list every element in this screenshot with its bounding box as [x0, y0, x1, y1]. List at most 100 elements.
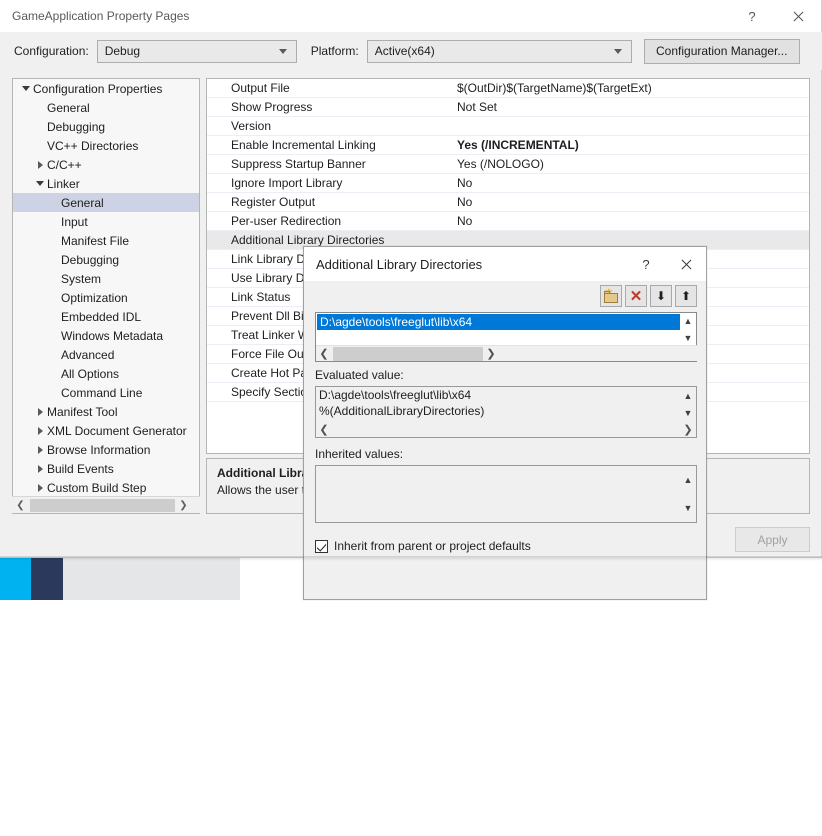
configuration-tree[interactable]: Configuration PropertiesGeneralDebugging… [12, 78, 200, 514]
tree-item-manifest-tool[interactable]: Manifest Tool [13, 402, 199, 421]
scroll-up-icon[interactable]: ▲ [680, 466, 696, 494]
property-row[interactable]: Enable Incremental LinkingYes (/INCREMEN… [207, 136, 809, 155]
listbox-vertical-scrollbar[interactable]: ▲ ▼ [680, 313, 696, 346]
tree-item-embedded-idl[interactable]: Embedded IDL [13, 307, 199, 326]
evaluated-value-box: D:\agde\tools\freeglut\lib\x64%(Addition… [315, 386, 697, 438]
tree-item-label: Debugging [47, 120, 105, 134]
configuration-manager-button[interactable]: Configuration Manager... [644, 39, 800, 64]
inherited-vertical-scrollbar[interactable]: ▲ ▼ [680, 466, 696, 522]
title-bar: GameApplication Property Pages ? [0, 0, 821, 32]
scroll-right-icon[interactable]: ❯ [175, 498, 192, 513]
tree-item-debugging[interactable]: Debugging [13, 117, 199, 136]
property-row[interactable]: Output File$(OutDir)$(TargetName)$(Targe… [207, 79, 809, 98]
list-item[interactable]: D:\agde\tools\freeglut\lib\x64 [317, 314, 681, 330]
tree-item-linker[interactable]: Linker [13, 174, 199, 193]
scroll-left-icon[interactable]: ❮ [316, 347, 332, 360]
property-value[interactable]: No [449, 176, 809, 190]
arrow-down-icon: ⬇ [656, 290, 666, 302]
arrow-up-icon: ⬆ [681, 290, 691, 302]
tree-item-browse-information[interactable]: Browse Information [13, 440, 199, 459]
tree-item-advanced[interactable]: Advanced [13, 345, 199, 364]
property-value[interactable]: No [449, 195, 809, 209]
tree-item-label: Advanced [61, 348, 114, 362]
property-name: Version [207, 119, 449, 133]
scroll-down-icon[interactable]: ▼ [680, 330, 696, 347]
inherit-defaults-row[interactable]: Inherit from parent or project defaults [315, 539, 531, 553]
scroll-up-icon[interactable]: ▲ [680, 313, 696, 330]
property-row[interactable]: Register OutputNo [207, 193, 809, 212]
tree-item-optimization[interactable]: Optimization [13, 288, 199, 307]
tree-item-vc-directories[interactable]: VC++ Directories [13, 136, 199, 155]
close-icon [680, 258, 693, 271]
tree-item-system[interactable]: System [13, 269, 199, 288]
listbox-horizontal-scrollbar[interactable]: ❮ ❯ [316, 345, 698, 361]
inherit-checkbox[interactable] [315, 540, 328, 553]
property-row[interactable]: Per-user RedirectionNo [207, 212, 809, 231]
property-value[interactable]: No [449, 214, 809, 228]
chevron-right-icon[interactable] [33, 427, 47, 435]
evaluated-horizontal-scrollbar[interactable]: ❮ ❯ [316, 422, 696, 437]
property-value[interactable]: Yes (/NOLOGO) [449, 157, 809, 171]
tree-item-command-line[interactable]: Command Line [13, 383, 199, 402]
chevron-right-icon[interactable] [33, 484, 47, 492]
platform-label: Platform: [311, 44, 359, 58]
tree-item-label: Manifest File [61, 234, 129, 248]
scroll-left-icon[interactable]: ❮ [12, 498, 29, 513]
help-button[interactable]: ? [729, 0, 775, 32]
modal-close-button[interactable] [666, 247, 706, 281]
new-folder-icon: ✱ [604, 290, 619, 303]
property-row[interactable]: Show ProgressNot Set [207, 98, 809, 117]
scroll-left-icon[interactable]: ❮ [316, 423, 332, 436]
property-value[interactable]: Not Set [449, 100, 809, 114]
tree-item-label: Debugging [61, 253, 119, 267]
evaluated-vertical-scrollbar[interactable]: ▲ ▼ [680, 387, 696, 421]
tree-horizontal-scrollbar[interactable]: ❮ ❯ [12, 496, 200, 513]
tree-item-c-c[interactable]: C/C++ [13, 155, 199, 174]
property-name: Register Output [207, 195, 449, 209]
scroll-up-icon[interactable]: ▲ [680, 387, 696, 404]
property-value[interactable]: $(OutDir)$(TargetName)$(TargetExt) [449, 81, 809, 95]
tree-item-build-events[interactable]: Build Events [13, 459, 199, 478]
chevron-right-icon[interactable] [33, 446, 47, 454]
configuration-dropdown[interactable]: Debug [97, 40, 297, 63]
tree-item-windows-metadata[interactable]: Windows Metadata [13, 326, 199, 345]
tree-item-input[interactable]: Input [13, 212, 199, 231]
tree-item-custom-build-step[interactable]: Custom Build Step [13, 478, 199, 497]
directories-listbox[interactable]: D:\agde\tools\freeglut\lib\x64 ▲ ▼ ❮ ❯ [315, 312, 697, 362]
tree-item-all-options[interactable]: All Options [13, 364, 199, 383]
scroll-right-icon[interactable]: ❯ [680, 423, 696, 436]
chevron-right-icon[interactable] [33, 408, 47, 416]
tree-item-general[interactable]: General [13, 193, 199, 212]
scrollbar-thumb[interactable] [333, 347, 483, 361]
property-row[interactable]: Suppress Startup BannerYes (/NOLOGO) [207, 155, 809, 174]
chevron-down-icon[interactable] [19, 86, 33, 91]
chevron-right-icon[interactable] [33, 161, 47, 169]
tree-item-debugging[interactable]: Debugging [13, 250, 199, 269]
close-button[interactable] [775, 0, 821, 32]
property-row[interactable]: Ignore Import LibraryNo [207, 174, 809, 193]
move-down-button[interactable]: ⬇ [650, 285, 672, 307]
property-name: Enable Incremental Linking [207, 138, 449, 152]
modal-help-button[interactable]: ? [626, 247, 666, 281]
scroll-down-icon[interactable]: ▼ [680, 494, 696, 522]
move-up-button[interactable]: ⬆ [675, 285, 697, 307]
chevron-down-icon[interactable] [33, 181, 47, 186]
window-title: GameApplication Property Pages [12, 9, 189, 23]
tree-item-label: Embedded IDL [61, 310, 141, 324]
platform-dropdown[interactable]: Active(x64) [367, 40, 632, 63]
tree-item-label: Linker [47, 177, 80, 191]
scrollbar-thumb[interactable] [30, 499, 175, 512]
tree-item-xml-document-generator[interactable]: XML Document Generator [13, 421, 199, 440]
scroll-down-icon[interactable]: ▼ [680, 404, 696, 421]
chevron-right-icon[interactable] [33, 465, 47, 473]
new-folder-button[interactable]: ✱ [600, 285, 622, 307]
property-value[interactable]: Yes (/INCREMENTAL) [449, 138, 809, 152]
tree-item-manifest-file[interactable]: Manifest File [13, 231, 199, 250]
modal-body: ✱ ✕ ⬇ ⬆ D:\agde\tools\freeglut\lib\x64 ▲… [304, 281, 708, 601]
tree-item-configuration-properties[interactable]: Configuration Properties [13, 79, 199, 98]
property-row[interactable]: Version [207, 117, 809, 136]
tree-item-general[interactable]: General [13, 98, 199, 117]
scroll-right-icon[interactable]: ❯ [483, 347, 499, 360]
property-name: Additional Library Directories [207, 233, 449, 247]
delete-button[interactable]: ✕ [625, 285, 647, 307]
